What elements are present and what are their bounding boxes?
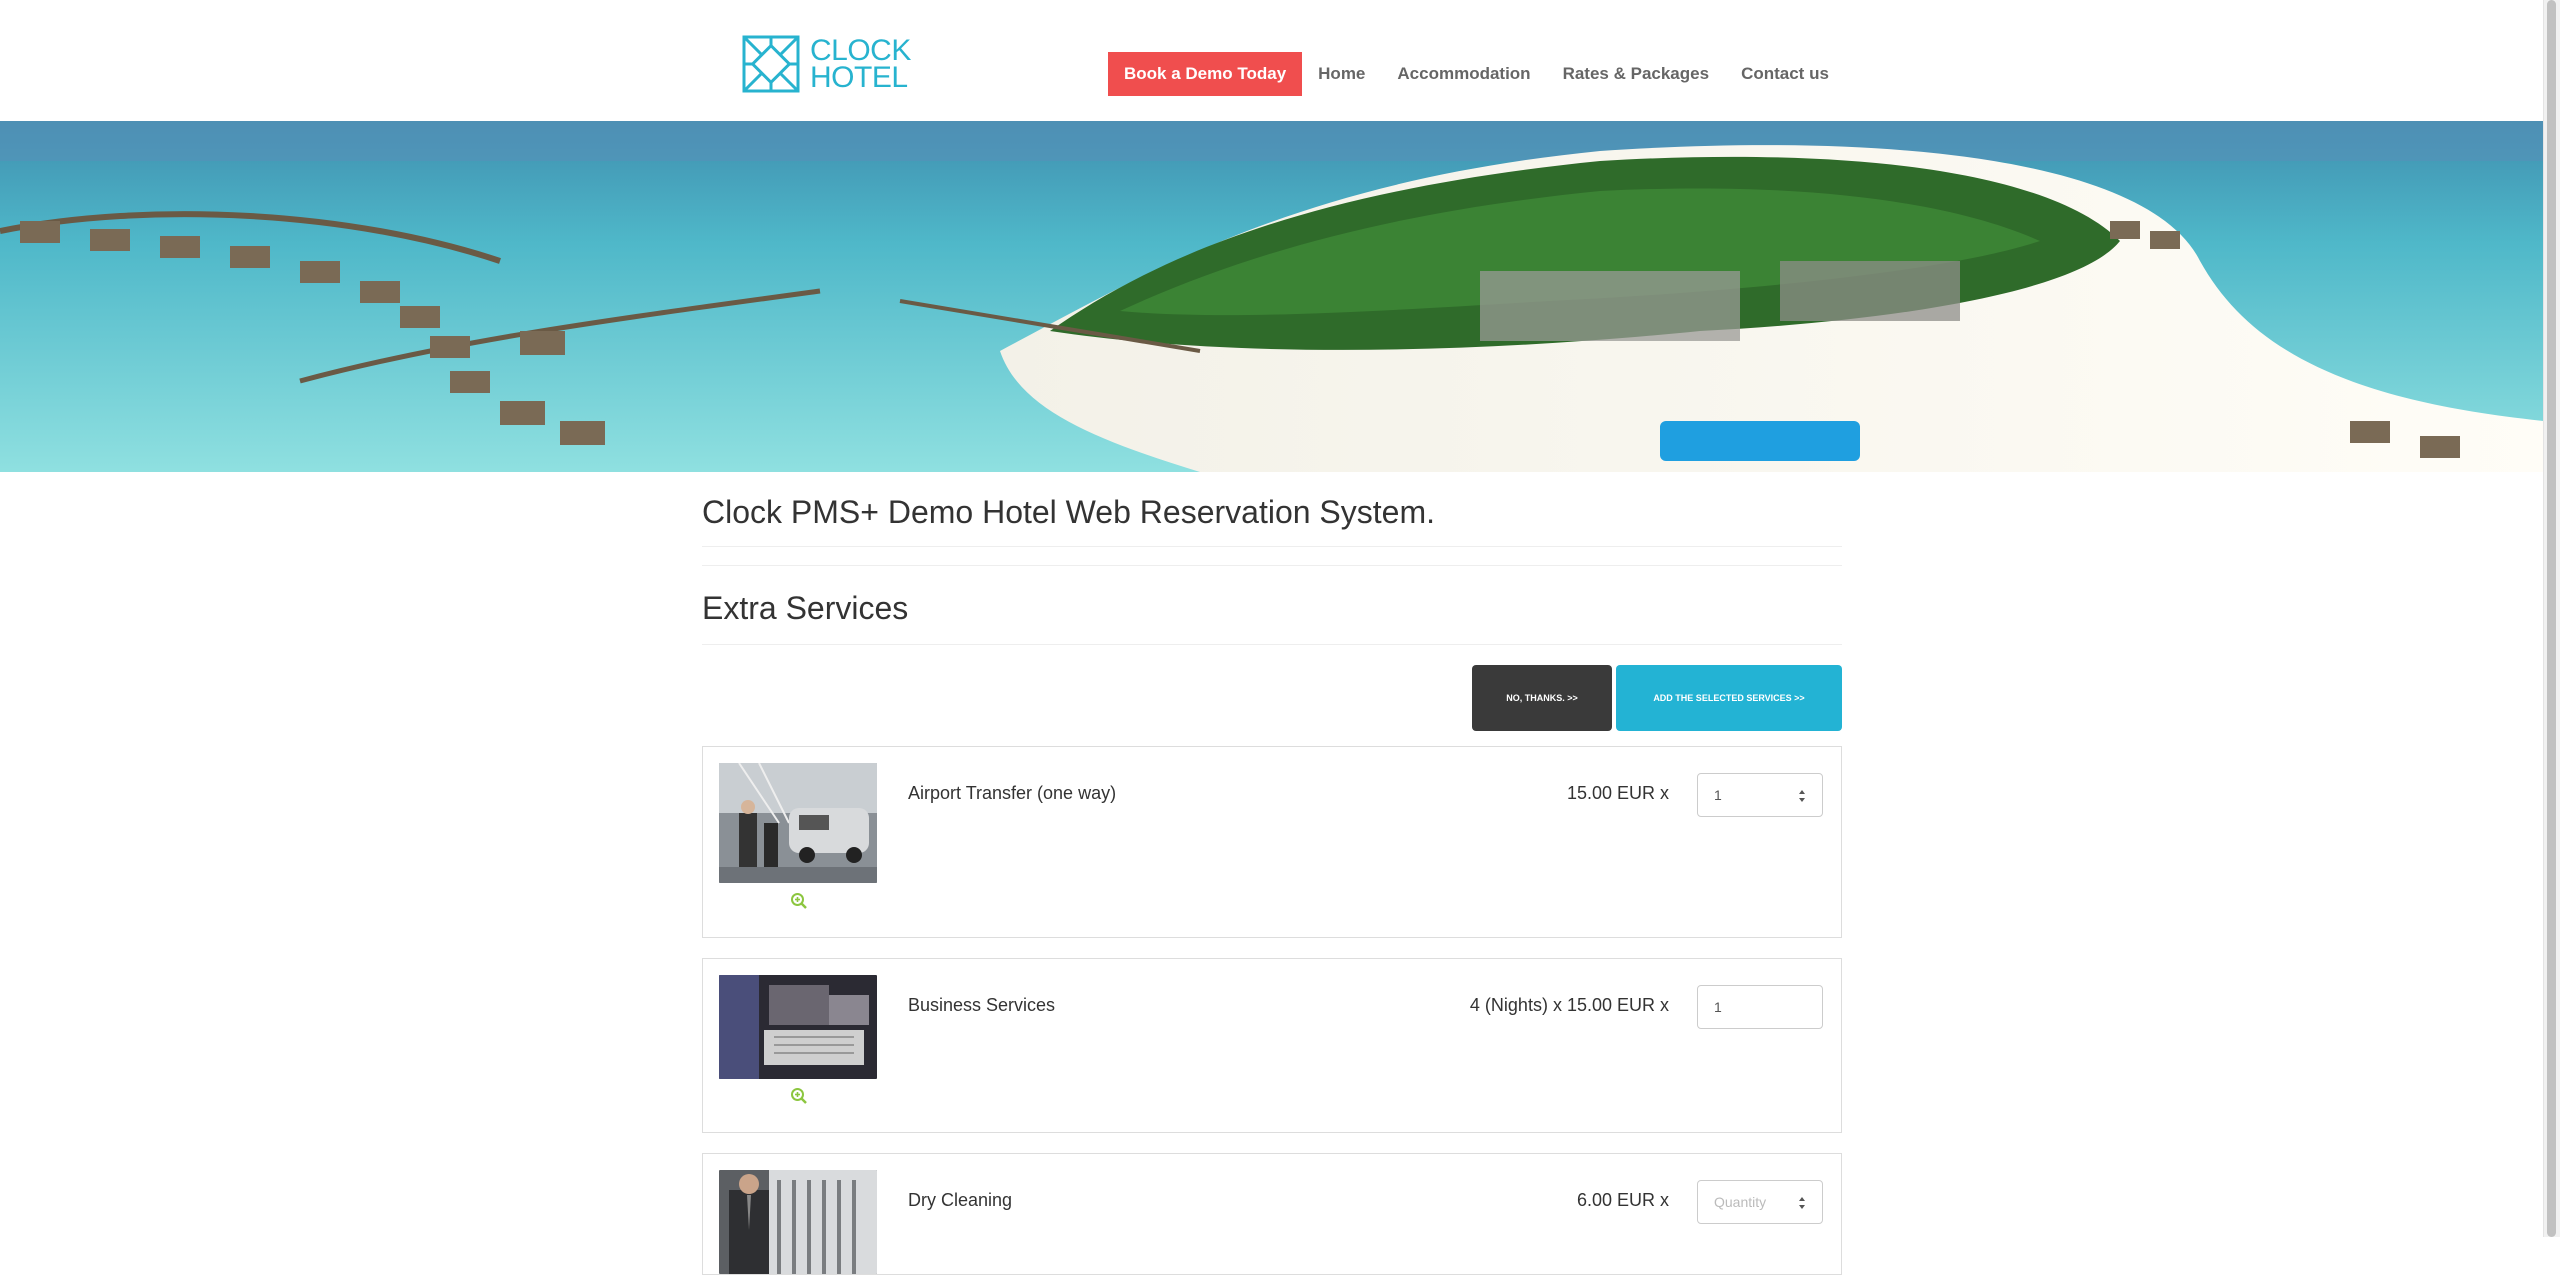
quantity-stepper[interactable]: 1 <box>1697 773 1823 817</box>
page-scrollbar[interactable] <box>2543 0 2560 1237</box>
page-title: Clock PMS+ Demo Hotel Web Reservation Sy… <box>702 494 1435 530</box>
logo-line-2: HOTEL <box>810 61 908 94</box>
service-card-dry-cleaning: Dry Cleaning 6.00 EUR x Quantity <box>702 1153 1842 1275</box>
hotel-logo[interactable]: CLOCK HOTEL <box>742 34 911 94</box>
nav-contact[interactable]: Contact us <box>1741 64 1829 84</box>
zoom-icon[interactable] <box>790 892 808 910</box>
quantity-value: 1 <box>1714 999 1722 1015</box>
main-content: Clock PMS+ Demo Hotel Web Reservation Sy… <box>702 472 1842 751</box>
add-selected-services-button[interactable]: ADD THE SELECTED SERVICES >> <box>1616 665 1842 731</box>
service-price: 4 (Nights) x 15.00 EUR x <box>1469 995 1669 1015</box>
section-title: Extra Services <box>702 590 909 626</box>
logo-line-1: CLOCK <box>810 34 911 67</box>
site-header: CLOCK HOTEL Book a Demo Today Home Accom… <box>0 0 2544 121</box>
service-name: Dry Cleaning <box>908 1190 1013 1210</box>
nav-home[interactable]: Home <box>1318 64 1365 84</box>
spinner-arrows-icon[interactable] <box>1798 1195 1806 1211</box>
no-thanks-button[interactable]: NO, THANKS. >> <box>1472 665 1612 731</box>
service-image-dry-cleaning[interactable] <box>719 1170 877 1274</box>
nav-accommodation[interactable]: Accommodation <box>1397 64 1530 84</box>
logo-text: CLOCK HOTEL <box>810 34 911 94</box>
clock-hotel-logo-icon <box>742 35 800 93</box>
quantity-value: 1 <box>1714 787 1722 803</box>
hero-banner-image <box>0 121 2544 472</box>
spinner-arrows-icon[interactable] <box>1798 788 1806 804</box>
book-demo-button[interactable]: Book a Demo Today <box>1108 52 1303 96</box>
service-card-airport-transfer: Airport Transfer (one way) 15.00 EUR x 1 <box>702 746 1842 938</box>
service-name: Airport Transfer (one way) <box>908 783 1117 803</box>
service-name: Business Services <box>908 995 1056 1015</box>
service-image-business-services[interactable] <box>719 975 877 1079</box>
nav-rates-packages[interactable]: Rates & Packages <box>1563 64 1709 84</box>
service-card-business-services: Business Services 4 (Nights) x 15.00 EUR… <box>702 958 1842 1133</box>
service-price: 6.00 EUR x <box>1576 1190 1669 1210</box>
main-nav: Book a Demo Today Home Accommodation Rat… <box>1108 52 1829 96</box>
service-image-airport-transfer[interactable] <box>719 763 877 883</box>
scrollbar-thumb[interactable] <box>2547 0 2556 1237</box>
zoom-icon[interactable] <box>790 1087 808 1105</box>
quantity-field[interactable]: 1 <box>1697 985 1823 1029</box>
quantity-placeholder: Quantity <box>1714 1194 1767 1210</box>
service-price: 15.00 EUR x <box>1566 783 1669 803</box>
quantity-stepper[interactable]: Quantity <box>1697 1180 1823 1224</box>
action-bar: NO, THANKS. >> ADD THE SELECTED SERVICES… <box>702 645 1842 751</box>
divider <box>702 546 1842 547</box>
